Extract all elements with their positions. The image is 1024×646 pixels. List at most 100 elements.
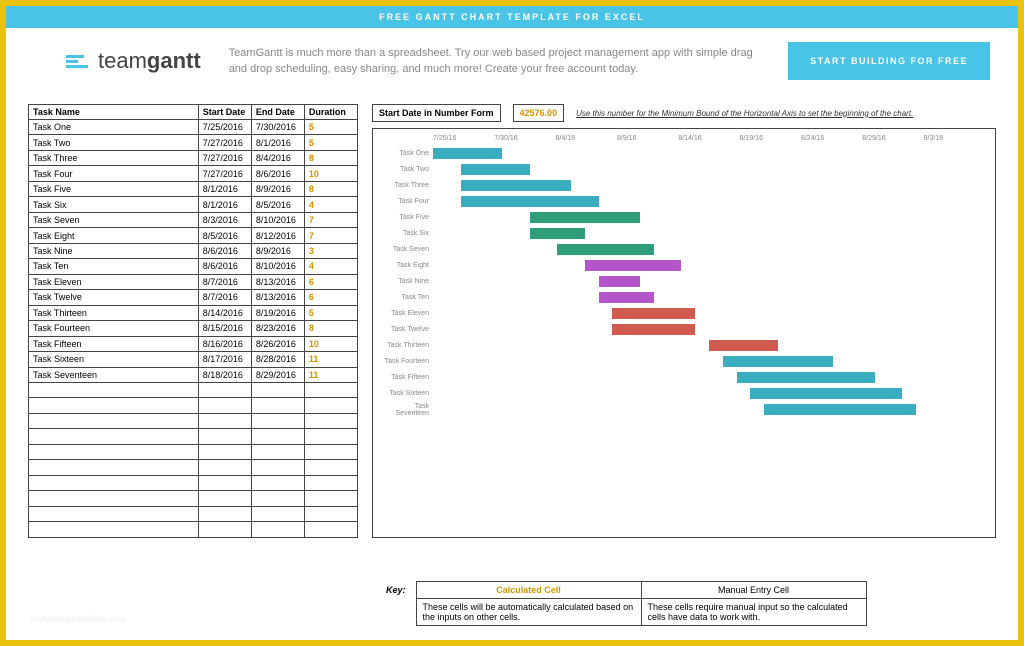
cell-task-name[interactable]: Task Four [29, 166, 199, 181]
table-row[interactable]: Task Four7/27/20168/6/201610 [29, 166, 358, 181]
table-row-empty[interactable] [29, 382, 358, 397]
table-row-empty[interactable] [29, 444, 358, 459]
table-row-empty[interactable] [29, 460, 358, 475]
cell-duration: 8 [304, 321, 357, 336]
chart-date-tick: 9/3/16 [924, 135, 985, 142]
cell-end[interactable]: 8/13/2016 [251, 274, 304, 289]
table-row-empty[interactable] [29, 506, 358, 521]
cell-task-name[interactable]: Task Sixteen [29, 352, 199, 367]
cell-task-name[interactable]: Task Five [29, 181, 199, 196]
cell-start[interactable]: 8/17/2016 [198, 352, 251, 367]
table-row[interactable]: Task Nine8/6/20168/9/20163 [29, 243, 358, 258]
table-row[interactable]: Task Seventeen8/18/20168/29/201611 [29, 367, 358, 382]
chart-row: Task Thirteen [383, 338, 985, 353]
cell-start[interactable]: 8/14/2016 [198, 305, 251, 320]
chart-row-label: Task One [383, 150, 433, 157]
table-row-empty[interactable] [29, 522, 358, 538]
cell-end[interactable]: 7/30/2016 [251, 120, 304, 135]
cta-button[interactable]: START BUILDING FOR FREE [788, 42, 990, 80]
table-row[interactable]: Task Twelve8/7/20168/13/20166 [29, 290, 358, 305]
table-row[interactable]: Task Three7/27/20168/4/20168 [29, 150, 358, 165]
cell-start[interactable]: 8/7/2016 [198, 274, 251, 289]
table-row[interactable]: Task Eight8/5/20168/12/20167 [29, 228, 358, 243]
cell-task-name[interactable]: Task One [29, 120, 199, 135]
table-row[interactable]: Task Five8/1/20168/9/20168 [29, 181, 358, 196]
gantt-bar [764, 404, 916, 415]
gantt-bar [585, 260, 682, 271]
table-row[interactable]: Task Fifteen8/16/20168/26/201610 [29, 336, 358, 351]
cell-start[interactable]: 8/6/2016 [198, 243, 251, 258]
cell-start[interactable]: 8/1/2016 [198, 197, 251, 212]
cell-end[interactable]: 8/19/2016 [251, 305, 304, 320]
cell-task-name[interactable]: Task Thirteen [29, 305, 199, 320]
cell-start[interactable]: 7/27/2016 [198, 150, 251, 165]
table-row[interactable]: Task One7/25/20167/30/20165 [29, 120, 358, 135]
table-row[interactable]: Task Ten8/6/20168/10/20164 [29, 259, 358, 274]
cell-task-name[interactable]: Task Six [29, 197, 199, 212]
cell-duration: 11 [304, 367, 357, 382]
cell-task-name[interactable]: Task Nine [29, 243, 199, 258]
chart-row: Task Four [383, 194, 985, 209]
cell-start[interactable]: 8/1/2016 [198, 181, 251, 196]
cell-end[interactable]: 8/10/2016 [251, 259, 304, 274]
cell-start[interactable]: 8/5/2016 [198, 228, 251, 243]
cell-task-name[interactable]: Task Fourteen [29, 321, 199, 336]
chart-row: Task Six [383, 226, 985, 241]
cell-task-name[interactable]: Task Seven [29, 212, 199, 227]
cell-task-name[interactable]: Task Fifteen [29, 336, 199, 351]
cell-duration: 5 [304, 120, 357, 135]
cell-task-name[interactable]: Task Three [29, 150, 199, 165]
table-row[interactable]: Task Eleven8/7/20168/13/20166 [29, 274, 358, 289]
table-row-empty[interactable] [29, 429, 358, 444]
table-row-empty[interactable] [29, 413, 358, 428]
cell-end[interactable]: 8/1/2016 [251, 135, 304, 150]
cell-start[interactable]: 8/16/2016 [198, 336, 251, 351]
table-row[interactable]: Task Sixteen8/17/20168/28/201611 [29, 352, 358, 367]
cell-end[interactable]: 8/5/2016 [251, 197, 304, 212]
cell-start[interactable]: 8/6/2016 [198, 259, 251, 274]
cell-start[interactable]: 7/27/2016 [198, 166, 251, 181]
table-row-empty[interactable] [29, 398, 358, 413]
table-row[interactable]: Task Two7/27/20168/1/20165 [29, 135, 358, 150]
key-calc-desc: These cells will be automatically calcul… [416, 599, 641, 626]
cell-end[interactable]: 8/26/2016 [251, 336, 304, 351]
logo: teamgantt [66, 48, 201, 74]
cell-end[interactable]: 8/9/2016 [251, 243, 304, 258]
cell-end[interactable]: 8/23/2016 [251, 321, 304, 336]
col-duration: Duration [304, 105, 357, 120]
cell-start[interactable]: 7/25/2016 [198, 120, 251, 135]
chart-row-label: Task Fourteen [383, 358, 433, 365]
table-row[interactable]: Task Fourteen8/15/20168/23/20168 [29, 321, 358, 336]
table-row[interactable]: Task Thirteen8/14/20168/19/20165 [29, 305, 358, 320]
table-row[interactable]: Task Six8/1/20168/5/20164 [29, 197, 358, 212]
cell-end[interactable]: 8/13/2016 [251, 290, 304, 305]
cell-task-name[interactable]: Task Seventeen [29, 367, 199, 382]
cell-start[interactable]: 8/15/2016 [198, 321, 251, 336]
cell-start[interactable]: 8/18/2016 [198, 367, 251, 382]
gantt-bar [461, 196, 599, 207]
cell-end[interactable]: 8/9/2016 [251, 181, 304, 196]
table-row[interactable]: Task Seven8/3/20168/10/20167 [29, 212, 358, 227]
cell-end[interactable]: 8/4/2016 [251, 150, 304, 165]
gantt-bar [612, 308, 695, 319]
cell-end[interactable]: 8/28/2016 [251, 352, 304, 367]
cell-end[interactable]: 8/29/2016 [251, 367, 304, 382]
cell-task-name[interactable]: Task Ten [29, 259, 199, 274]
cell-duration: 5 [304, 305, 357, 320]
cell-end[interactable]: 8/10/2016 [251, 212, 304, 227]
cell-start[interactable]: 8/3/2016 [198, 212, 251, 227]
cell-task-name[interactable]: Task Twelve [29, 290, 199, 305]
table-row-empty[interactable] [29, 475, 358, 490]
cell-start[interactable]: 7/27/2016 [198, 135, 251, 150]
cell-start[interactable]: 8/7/2016 [198, 290, 251, 305]
logo-text: teamgantt [98, 48, 201, 74]
cell-task-name[interactable]: Task Eleven [29, 274, 199, 289]
chart-date-tick: 8/19/16 [740, 135, 801, 142]
table-row-empty[interactable] [29, 491, 358, 506]
cell-task-name[interactable]: Task Eight [29, 228, 199, 243]
cell-end[interactable]: 8/6/2016 [251, 166, 304, 181]
cell-end[interactable]: 8/12/2016 [251, 228, 304, 243]
chart-row-label: Task Two [383, 166, 433, 173]
cell-task-name[interactable]: Task Two [29, 135, 199, 150]
gantt-bar [599, 292, 654, 303]
